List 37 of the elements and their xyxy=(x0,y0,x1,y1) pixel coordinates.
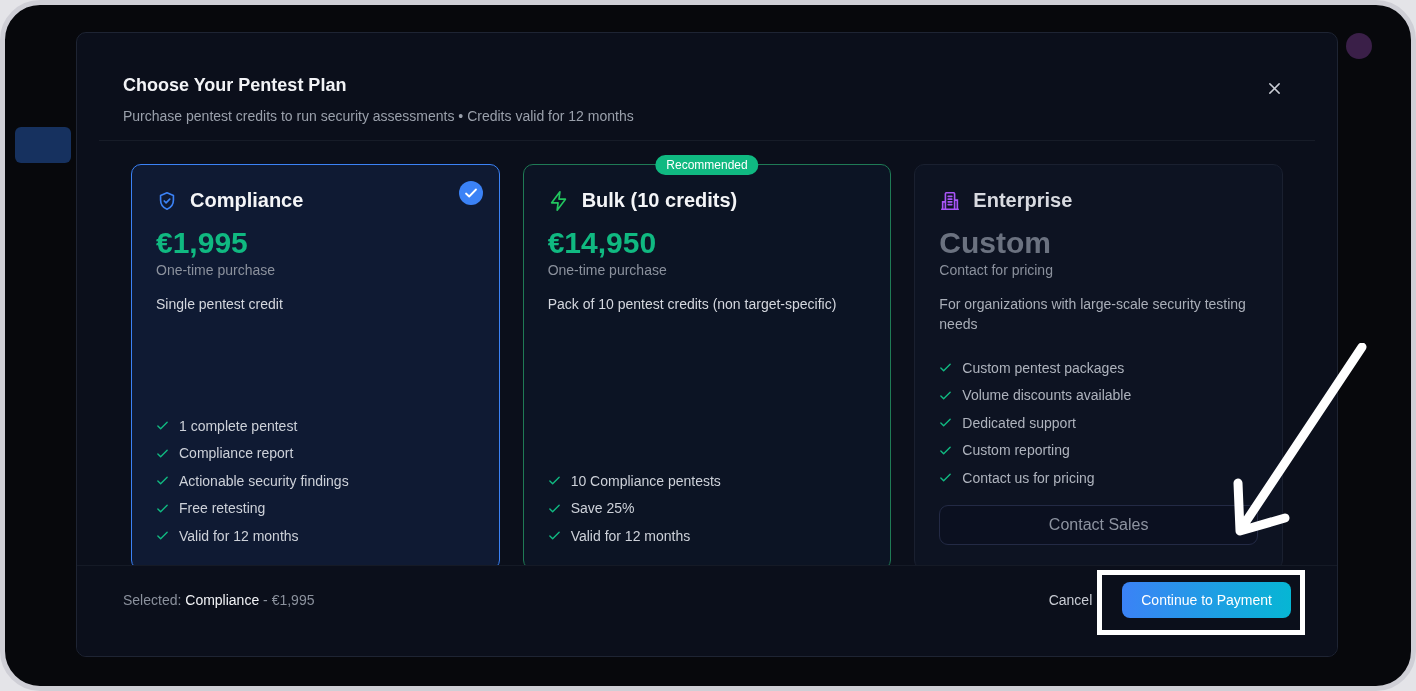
feature-text: Custom pentest packages xyxy=(962,358,1125,377)
selection-summary: Selected: Compliance - €1,995 xyxy=(123,592,315,608)
feature-text: 1 complete pentest xyxy=(179,416,298,435)
plan-name: Enterprise xyxy=(973,189,1073,212)
plan-price: €1,995 xyxy=(156,226,249,260)
feature-text: Custom reporting xyxy=(962,441,1070,460)
plan-name: Bulk (10 credits) xyxy=(581,189,738,212)
feature-text: Save 25% xyxy=(570,499,635,518)
dialog-title: Choose Your Pentest Plan xyxy=(123,75,348,96)
plan-name: Compliance xyxy=(190,189,304,212)
selected-check-icon xyxy=(458,181,483,205)
plan-description: For organizations with large-scale security testing needs xyxy=(939,296,1246,332)
feature-text: 10 Compliance pentests xyxy=(570,471,721,490)
plan-price: €14,950 xyxy=(547,226,658,260)
plan-description: Single pentest credit xyxy=(156,296,283,312)
price-note: Contact for pricing xyxy=(939,262,1054,278)
feature-text: Dedicated support xyxy=(962,413,1076,432)
dialog-subtitle: Purchase pentest credits to run security assessments • Credits valid for 12 months xyxy=(123,108,634,124)
feature-text: Valid for 12 months xyxy=(570,526,691,545)
recommended-badge: Recommended xyxy=(655,155,759,175)
feature-text: Compliance report xyxy=(179,444,294,463)
close-icon[interactable] xyxy=(1268,82,1281,95)
price-note: One-time purchase xyxy=(156,262,277,278)
cancel-button[interactable]: Cancel xyxy=(1044,588,1097,612)
plan-card[interactable]: Compliance €1,995 One-time purchase Single pentest credit 1 complete pentest Compliance report Actionable security findings Free retesting Valid for 12 months xyxy=(131,164,500,565)
price-note: One-time purchase xyxy=(547,262,668,278)
building-icon xyxy=(939,189,962,212)
plan-card[interactable] xyxy=(914,164,1283,565)
avatar-circle xyxy=(1346,33,1372,59)
feature-text: Valid for 12 months xyxy=(179,526,299,545)
feature-text: Volume discounts available xyxy=(962,386,1132,405)
plan-description: Pack of 10 pentest credits (non target-specific) xyxy=(547,296,837,312)
feature-text: Free retesting xyxy=(179,499,266,518)
feature-text: Actionable security findings xyxy=(179,471,349,490)
feature-text: Contact us for pricing xyxy=(962,468,1095,487)
contact-sales-button[interactable]: Contact Sales xyxy=(939,505,1258,545)
plan-price: Custom xyxy=(939,226,1052,260)
